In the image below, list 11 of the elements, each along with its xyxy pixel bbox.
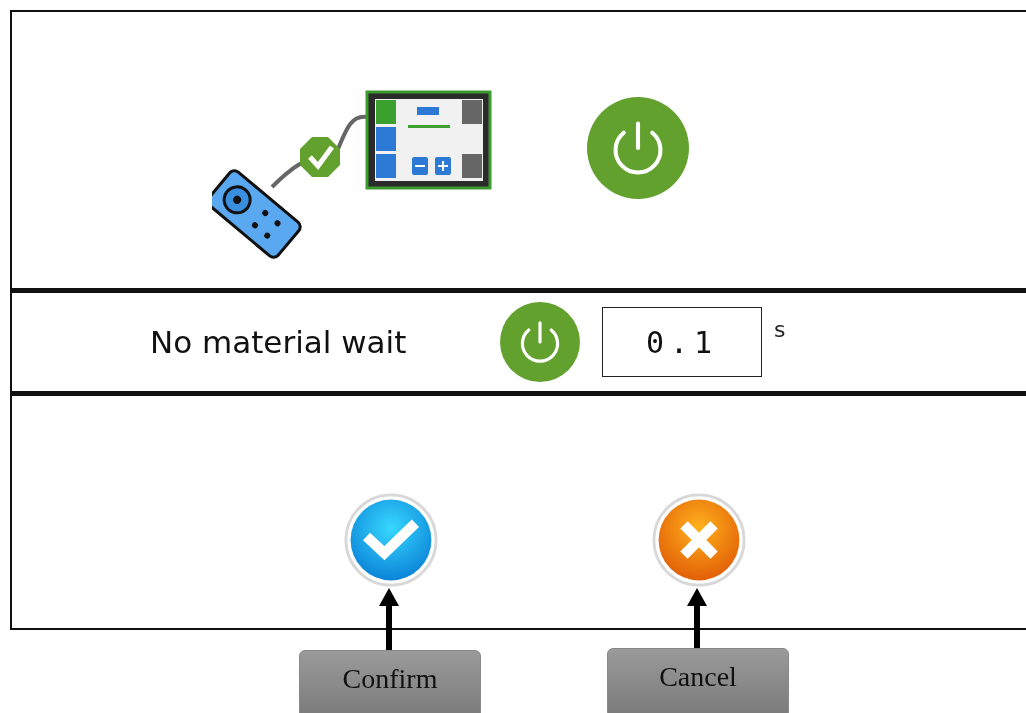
leader-arrow [377,586,401,650]
leader-arrow [685,586,709,650]
power-button[interactable] [500,302,580,382]
callout-label: Cancel [607,648,789,713]
value-field[interactable]: 0.1 [602,307,762,377]
unit-label: s [774,317,786,342]
callout-label: Confirm [299,650,481,713]
setting-label: No material wait [150,324,408,360]
confirm-button[interactable] [344,493,438,587]
power-button[interactable] [587,97,689,199]
cancel-button[interactable] [652,493,746,587]
